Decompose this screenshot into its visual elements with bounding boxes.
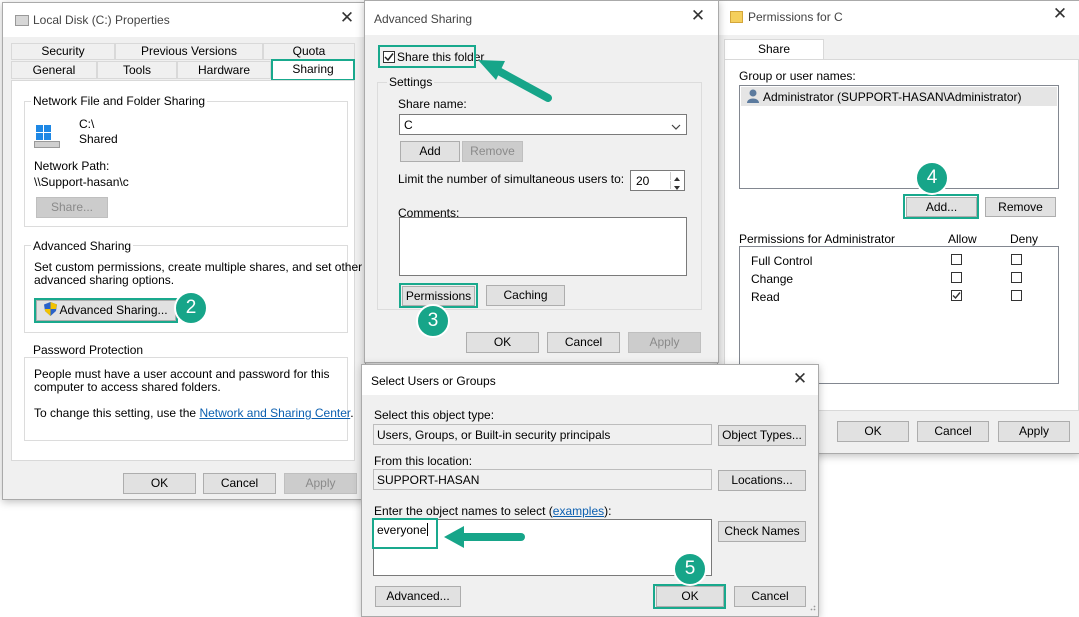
annotation-arrows [444, 60, 552, 548]
step-badge-2: 2 [174, 291, 208, 325]
arrow-to-share-folder-icon [478, 60, 552, 102]
step-badge-5: 5 [673, 552, 707, 586]
step-badge-3: 3 [416, 304, 450, 338]
step-badge-4: 4 [915, 161, 949, 195]
arrow-to-names-input-icon [444, 526, 525, 548]
